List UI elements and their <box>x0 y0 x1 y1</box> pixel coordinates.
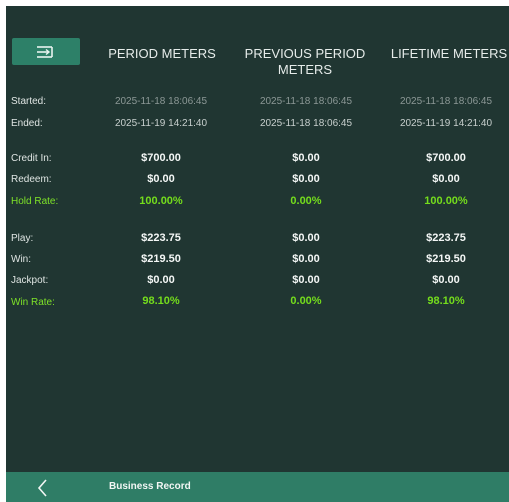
footer-title: Business Record <box>109 481 191 492</box>
lifetime-credit-in-value: $700.00 <box>426 152 466 164</box>
jackpot-label: Jackpot: <box>11 275 49 286</box>
lifetime-meters-header: LIFETIME METERS <box>390 46 508 61</box>
lifetime-play-value: $223.75 <box>426 232 466 244</box>
win-rate-label: Win Rate: <box>11 297 55 308</box>
meters-screen: PERIOD METERS PREVIOUS PERIOD METERS LIF… <box>6 6 509 502</box>
previous-started-value: 2025-11-18 18:06:45 <box>259 96 353 107</box>
lifetime-hold-rate-value: 100.00% <box>424 195 468 207</box>
chevron-left-icon <box>37 479 47 497</box>
started-label: Started: <box>11 96 47 107</box>
previous-redeem-value: $0.00 <box>292 173 320 185</box>
period-win-value: $219.50 <box>141 253 181 265</box>
period-win-rate-value: 98.10% <box>142 295 180 307</box>
lifetime-started-value: 2025-11-18 18:06:45 <box>399 96 493 107</box>
footer-bar: Business Record <box>6 472 509 502</box>
previous-ended-value: 2025-11-18 18:06:45 <box>259 118 353 129</box>
period-credit-in-value: $700.00 <box>141 152 181 164</box>
period-meters-header: PERIOD METERS <box>108 46 216 61</box>
hold-rate-label: Hold Rate: <box>11 196 59 207</box>
period-redeem-value: $0.00 <box>147 173 175 185</box>
period-ended-value: 2025-11-19 14:21:40 <box>114 118 208 129</box>
credit-in-label: Credit In: <box>11 153 52 164</box>
menu-button[interactable] <box>12 38 80 65</box>
previous-jackpot-value: $0.00 <box>292 274 320 286</box>
back-button[interactable] <box>32 477 54 499</box>
period-jackpot-value: $0.00 <box>147 274 175 286</box>
lifetime-win-rate-value: 98.10% <box>427 295 465 307</box>
previous-credit-in-value: $0.00 <box>292 152 320 164</box>
previous-hold-rate-value: 0.00% <box>290 195 322 207</box>
period-play-value: $223.75 <box>141 232 181 244</box>
previous-win-rate-value: 0.00% <box>290 295 322 307</box>
period-started-value: 2025-11-18 18:06:45 <box>114 96 208 107</box>
lifetime-ended-value: 2025-11-19 14:21:40 <box>399 118 493 129</box>
period-hold-rate-value: 100.00% <box>139 195 183 207</box>
lifetime-jackpot-value: $0.00 <box>432 274 460 286</box>
redeem-label: Redeem: <box>11 174 52 185</box>
previous-period-meters-header: PREVIOUS PERIOD METERS <box>244 46 366 77</box>
lifetime-win-value: $219.50 <box>426 253 466 265</box>
menu-collapse-icon <box>37 45 53 58</box>
lifetime-redeem-value: $0.00 <box>432 173 460 185</box>
play-label: Play: <box>11 233 34 244</box>
previous-play-value: $0.00 <box>292 232 320 244</box>
ended-label: Ended: <box>11 118 43 129</box>
win-label: Win: <box>11 254 31 265</box>
previous-win-value: $0.00 <box>292 253 320 265</box>
